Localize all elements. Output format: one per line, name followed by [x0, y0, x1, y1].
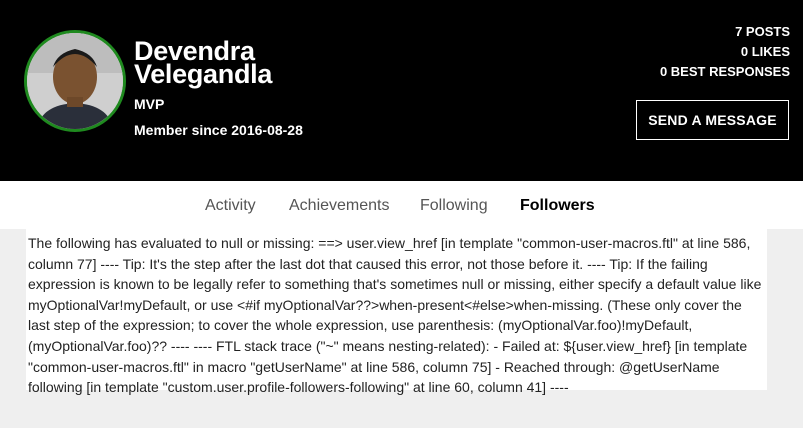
tab-achievements[interactable]: Achievements [289, 197, 390, 215]
likes-count: 0 LIKES [740, 44, 790, 59]
member-since: Member since 2016-08-28 [134, 122, 303, 138]
tab-following[interactable]: Following [420, 197, 488, 215]
tab-activity[interactable]: Activity [205, 197, 256, 215]
best-responses-count: 0 BEST RESPONSES [659, 64, 790, 79]
profile-tabs: Activity Achievements Following Follower… [0, 181, 803, 229]
user-stats: 7 POSTS 0 LIKES 0 BEST RESPONSES [660, 22, 790, 82]
error-message: The following has evaluated to null or m… [28, 235, 762, 396]
user-avatar [24, 30, 126, 132]
posts-count: 7 POSTS [735, 24, 790, 39]
user-name: Devendra Velegandla [134, 36, 273, 89]
user-photo [27, 33, 123, 129]
tab-followers[interactable]: Followers [520, 197, 595, 215]
user-rank: MVP [134, 96, 165, 112]
profile-header: Devendra Velegandla MVP Member since 201… [0, 0, 803, 181]
send-message-button[interactable]: SEND A MESSAGE [636, 100, 789, 140]
template-error-box: The following has evaluated to null or m… [26, 229, 767, 395]
